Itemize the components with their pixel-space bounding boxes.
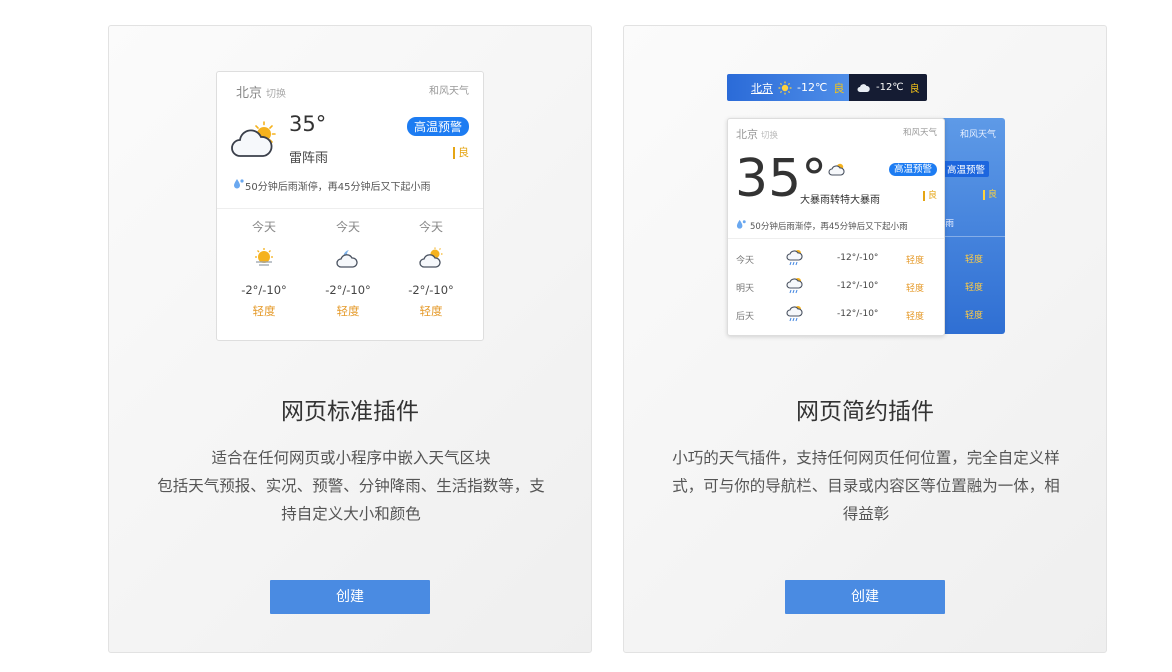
forecast-range: -12°/-10° (837, 281, 879, 291)
standard-plugin-card: 北京 切换 和风天气 35° 雷阵雨 高温预警 良 50分钟后雨渐停，再45分钟后… (108, 25, 592, 653)
forecast-day: 今天 -2°/-10° 轻度 (318, 218, 378, 319)
simple-weather-widget-preview: 北京 切换 和风天气 35° 高温预警 大暴雨转特大暴雨 良 50分钟后雨渐停，再… (727, 118, 945, 336)
forecast-day-label: 今天 (251, 220, 276, 234)
high-temp-alert-badge[interactable]: 高温预警 (406, 117, 469, 136)
compact-bar-dark: -12℃ 良 (849, 74, 927, 101)
card-description: 适合在任何网页或小程序中嵌入天气区块 包括天气预报、实况、预警、分钟降雨、生活指… (149, 444, 553, 528)
minute-rain-forecast: 50分钟后雨渐停，再45分钟后又下起小雨 (245, 182, 431, 193)
sun-icon (778, 81, 792, 94)
bar-temperature: -12℃ (797, 81, 828, 94)
forecast-row: 明天 -12°/-10° 轻度 (728, 273, 944, 301)
air-quality-indicator: 良 (922, 191, 937, 201)
forecast-air-quality: 轻度 (965, 283, 984, 293)
desc-line: 式，可与你的导航栏、目录或内容区等位置融为一体，相 (672, 477, 1060, 495)
card-title: 网页标准插件 (281, 399, 419, 425)
raindrop-icon (736, 219, 746, 229)
forecast-day-label: 今天 (736, 256, 755, 266)
desc-line: 得益彰 (842, 505, 890, 523)
desc-line: 持自定义大小和颜色 (281, 505, 421, 523)
standard-weather-widget-preview: 北京 切换 和风天气 35° 雷阵雨 高温预警 良 50分钟后雨渐停，再45分钟后… (216, 71, 484, 341)
forecast-day-label: 今天 (418, 220, 443, 234)
create-standard-plugin-button[interactable]: 创建 (270, 580, 430, 614)
bar-aqi: 良 (833, 81, 845, 95)
city-switch-link[interactable]: 切换 (761, 131, 778, 141)
current-condition: 大暴雨转特大暴雨 (800, 195, 880, 206)
current-condition: 雷阵雨 (289, 151, 329, 166)
rain-cloud-icon (786, 306, 803, 322)
widget-brand: 和风天气 (959, 130, 996, 140)
divider (217, 208, 483, 209)
bar-city-link[interactable]: 北京 (751, 80, 773, 96)
current-temperature: 35° (289, 112, 327, 136)
forecast-range: -12°/-10° (837, 253, 879, 263)
widget-city: 北京 切换 (736, 128, 779, 141)
desc-line: 小巧的天气插件，支持任何网页任何位置，完全自定义样 (672, 449, 1060, 467)
widget-brand: 和风天气 (902, 128, 937, 138)
cloud-icon (857, 83, 870, 92)
forecast-range: -2°/-10° (408, 283, 454, 297)
divider (728, 238, 944, 239)
forecast-air-quality: 轻度 (965, 311, 984, 321)
forecast-range: -2°/-10° (241, 283, 287, 297)
high-temp-alert-badge: 高温预警 (942, 161, 989, 177)
forecast-row: 后天 -12°/-10° 轻度 (728, 301, 944, 329)
desc-line: 包括天气预报、实况、预警、分钟降雨、生活指数等，支 (157, 477, 545, 495)
forecast-air-quality: 轻度 (906, 312, 925, 322)
thunderstorm-cloud-sun-icon (231, 121, 276, 157)
forecast-air-quality: 轻度 (252, 304, 276, 318)
card-title: 网页简约插件 (796, 399, 934, 425)
forecast-day: 今天 -2°/-10° 轻度 (401, 218, 461, 319)
forecast-day: 今天 -2°/-10° 轻度 (234, 218, 294, 319)
compact-bar-light: 北京 -12℃ 良 (727, 74, 849, 101)
forecast-row: 今天 -12°/-10° 轻度 (728, 245, 944, 273)
create-simple-plugin-button[interactable]: 创建 (785, 580, 945, 614)
high-temp-alert-badge[interactable]: 高温预警 (888, 163, 937, 176)
rain-cloud-icon (786, 278, 803, 294)
forecast-air-quality: 轻度 (965, 255, 984, 265)
forecast-range: -2°/-10° (325, 283, 371, 297)
forecast-day-label: 后天 (736, 312, 755, 322)
forecast-range: -12°/-10° (837, 309, 879, 319)
forecast-air-quality: 轻度 (906, 256, 925, 266)
bar-dark-temperature: -12℃ (876, 82, 904, 93)
simple-plugin-card: 北京 -12℃ 良 -12℃ 良 和风天气 高温预警 良 小雨 轻度 轻度 轻度… (623, 25, 1107, 653)
forecast-air-quality: 轻度 (906, 284, 925, 294)
partly-cloudy-icon (828, 163, 845, 176)
bar-dark-aqi: 良 (909, 84, 920, 95)
raindrop-icon (234, 179, 244, 189)
desc-line: 适合在任何网页或小程序中嵌入天气区块 (211, 449, 491, 467)
cloudy-moon-icon (336, 250, 358, 268)
partly-cloudy-icon (419, 247, 443, 268)
rain-cloud-icon (786, 250, 803, 266)
widget-brand: 和风天气 (429, 86, 469, 97)
air-quality-indicator: 良 (982, 190, 997, 200)
widget-city: 北京 切换 (236, 86, 287, 101)
city-switch-link[interactable]: 切换 (266, 89, 286, 100)
divider (937, 236, 1005, 237)
forecast-day-label: 今天 (335, 220, 360, 234)
forecast-air-quality: 轻度 (336, 304, 360, 318)
minute-rain-forecast: 50分钟后雨渐停，再45分钟后又下起小雨 (750, 222, 908, 232)
air-quality-indicator: 良 (453, 147, 469, 159)
forecast-air-quality: 轻度 (419, 304, 443, 318)
forecast-day-label: 明天 (736, 284, 755, 294)
compact-weather-bar-preview: 北京 -12℃ 良 -12℃ 良 (727, 74, 927, 101)
sunny-haze-icon (255, 248, 273, 266)
card-description: 小巧的天气插件，支持任何网页任何位置，完全自定义样 式，可与你的导航栏、目录或内… (664, 444, 1068, 528)
